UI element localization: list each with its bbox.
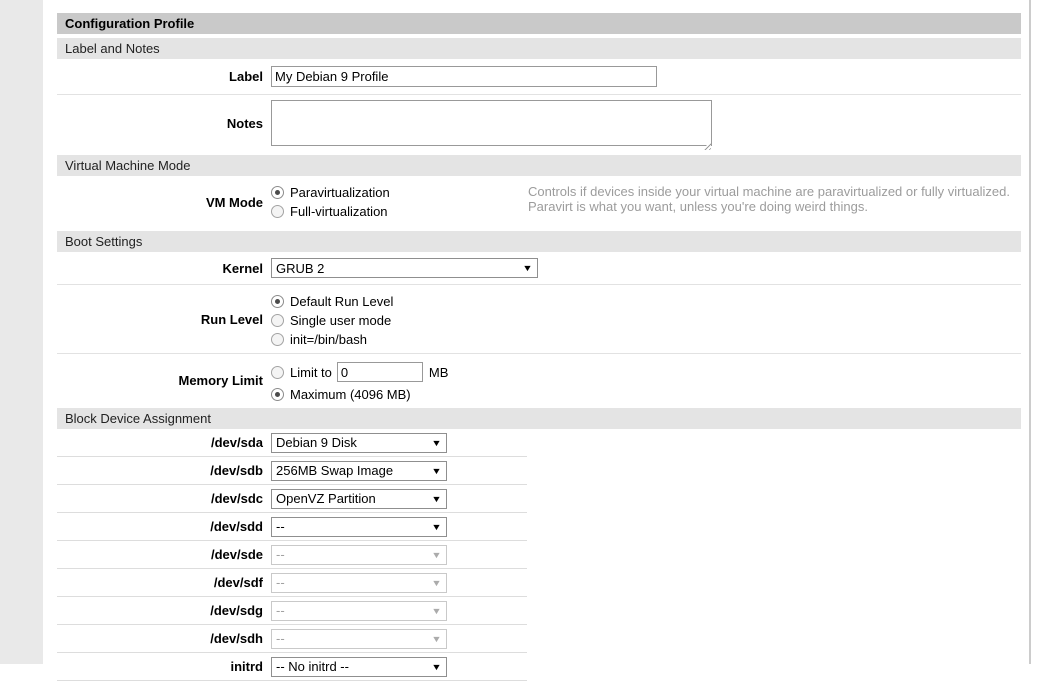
device-row-sdb: /dev/sdb 256MB Swap Image ▼	[57, 457, 527, 485]
device-select-sda[interactable]: Debian 9 Disk ▼	[271, 433, 447, 453]
device-select-sdc[interactable]: OpenVZ Partition ▼	[271, 489, 447, 509]
section-block-device-assignment: Block Device Assignment	[57, 408, 1021, 429]
device-select-sdf: -- ▼	[271, 573, 447, 593]
chevron-down-icon: ▼	[431, 578, 442, 588]
limit-to-option-label: Limit to	[290, 365, 332, 380]
notes-field-row: Notes	[57, 94, 1021, 151]
memory-unit-label: MB	[429, 365, 449, 380]
full-virtualization-option-label: Full-virtualization	[290, 204, 388, 219]
full-virtualization-radio[interactable]	[271, 205, 284, 218]
limit-to-radio[interactable]	[271, 366, 284, 379]
device-label: /dev/sdg	[57, 603, 263, 618]
single-user-mode-option-label: Single user mode	[290, 313, 391, 328]
vm-mode-help-text: Controls if devices inside your virtual …	[528, 176, 1021, 229]
device-row-sdh: /dev/sdh -- ▼	[57, 625, 527, 653]
notes-field-label: Notes	[57, 116, 263, 131]
chevron-down-icon: ▼	[431, 550, 442, 560]
kernel-row: Kernel GRUB 2 ▼	[57, 252, 1021, 284]
device-row-initrd: initrd -- No initrd -- ▼	[57, 653, 527, 681]
maximum-radio[interactable]	[271, 388, 284, 401]
right-panel-border	[1029, 0, 1031, 664]
device-select-sdb[interactable]: 256MB Swap Image ▼	[271, 461, 447, 481]
run-level-label: Run Level	[57, 312, 263, 327]
device-select-sdh: -- ▼	[271, 629, 447, 649]
init-bin-bash-radio[interactable]	[271, 333, 284, 346]
paravirtualization-option[interactable]: Paravirtualization	[271, 183, 528, 202]
default-run-level-option[interactable]: Default Run Level	[271, 292, 393, 311]
device-row-sdg: /dev/sdg -- ▼	[57, 597, 527, 625]
device-select-sde: -- ▼	[271, 545, 447, 565]
label-input[interactable]	[271, 66, 657, 87]
label-field-label: Label	[57, 69, 263, 84]
maximum-option-label: Maximum (4096 MB)	[290, 387, 411, 402]
kernel-select[interactable]: GRUB 2 ▼	[271, 258, 538, 278]
left-gutter	[0, 0, 43, 664]
default-run-level-radio[interactable]	[271, 295, 284, 308]
memory-limit-input[interactable]	[337, 362, 423, 382]
notes-textarea[interactable]	[271, 100, 712, 146]
kernel-select-value: GRUB 2	[276, 261, 324, 276]
chevron-down-icon: ▼	[431, 662, 442, 672]
vm-mode-label: VM Mode	[57, 195, 263, 210]
chevron-down-icon: ▼	[431, 634, 442, 644]
memory-limit-to-option: Limit to MB	[271, 361, 448, 383]
single-user-mode-option[interactable]: Single user mode	[271, 311, 393, 330]
label-field-row: Label	[57, 59, 1021, 94]
run-level-row: Run Level Default Run Level Single user …	[57, 284, 1021, 353]
device-label: /dev/sdc	[57, 491, 263, 506]
kernel-label: Kernel	[57, 261, 263, 276]
device-select-sdg: -- ▼	[271, 601, 447, 621]
device-label: /dev/sdd	[57, 519, 263, 534]
chevron-down-icon: ▼	[431, 522, 442, 532]
init-bin-bash-option-label: init=/bin/bash	[290, 332, 367, 347]
device-row-sdf: /dev/sdf -- ▼	[57, 569, 527, 597]
default-run-level-option-label: Default Run Level	[290, 294, 393, 309]
device-label: /dev/sdf	[57, 575, 263, 590]
single-user-mode-radio[interactable]	[271, 314, 284, 327]
chevron-down-icon: ▼	[522, 263, 533, 273]
device-row-sdd: /dev/sdd -- ▼	[57, 513, 527, 541]
device-label: initrd	[57, 659, 263, 674]
section-virtual-machine-mode: Virtual Machine Mode	[57, 155, 1021, 176]
section-boot-settings: Boot Settings	[57, 231, 1021, 252]
section-label-and-notes: Label and Notes	[57, 38, 1021, 59]
paravirtualization-radio[interactable]	[271, 186, 284, 199]
memory-limit-label: Memory Limit	[57, 373, 263, 388]
device-row-sda: /dev/sda Debian 9 Disk ▼	[57, 429, 527, 457]
device-label: /dev/sde	[57, 547, 263, 562]
chevron-down-icon: ▼	[431, 494, 442, 504]
vm-mode-help-line2: Paravirt is what you want, unless you're…	[528, 199, 1021, 214]
init-bin-bash-option[interactable]: init=/bin/bash	[271, 330, 393, 349]
device-select-sdd[interactable]: -- ▼	[271, 517, 447, 537]
memory-maximum-option[interactable]: Maximum (4096 MB)	[271, 383, 448, 405]
device-row-sdc: /dev/sdc OpenVZ Partition ▼	[57, 485, 527, 513]
paravirtualization-option-label: Paravirtualization	[290, 185, 390, 200]
device-label: /dev/sda	[57, 435, 263, 450]
vm-mode-help-line1: Controls if devices inside your virtual …	[528, 184, 1021, 199]
chevron-down-icon: ▼	[431, 438, 442, 448]
device-label: /dev/sdh	[57, 631, 263, 646]
configuration-profile-form: Configuration Profile Label and Notes La…	[57, 13, 1021, 681]
full-virtualization-option[interactable]: Full-virtualization	[271, 202, 528, 221]
initrd-select[interactable]: -- No initrd -- ▼	[271, 657, 447, 677]
device-label: /dev/sdb	[57, 463, 263, 478]
page-title: Configuration Profile	[57, 13, 1021, 34]
chevron-down-icon: ▼	[431, 466, 442, 476]
vm-mode-row: VM Mode Paravirtualization Full-virtuali…	[57, 176, 1021, 229]
device-row-sde: /dev/sde -- ▼	[57, 541, 527, 569]
chevron-down-icon: ▼	[431, 606, 442, 616]
memory-limit-row: Memory Limit Limit to MB Maximum (4096 M…	[57, 353, 1021, 406]
